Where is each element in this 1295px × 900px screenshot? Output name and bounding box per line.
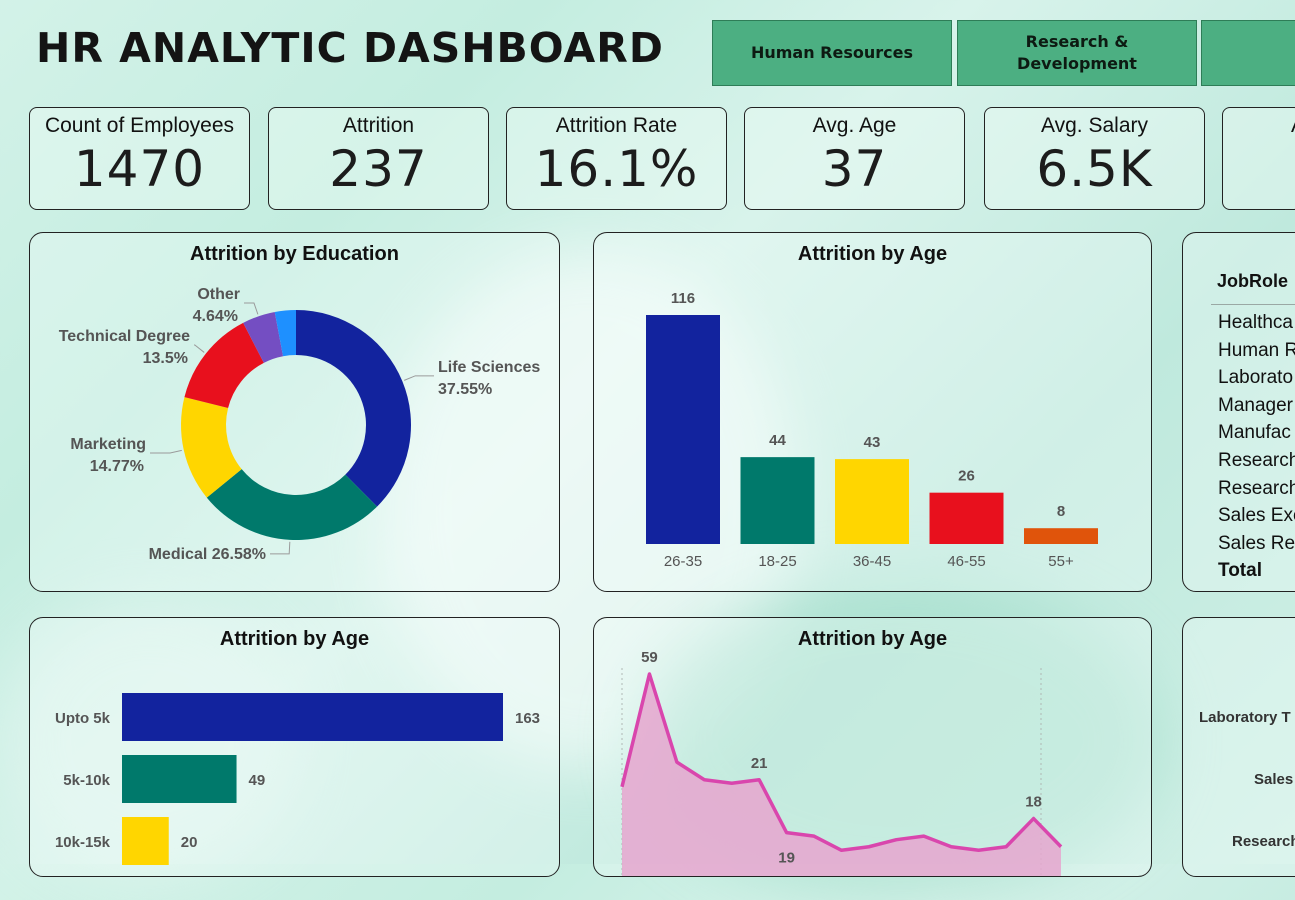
bar-chart: 116 26-35 44 18-25 43 36-45 26 46-55 8 55+ xyxy=(646,290,1098,570)
panel-partial-job-role: Laboratory T Sales Research xyxy=(1182,617,1295,877)
kpi-label: Avg. Salary xyxy=(1041,114,1148,137)
kpi-label: Avg. Age xyxy=(812,114,897,137)
kpi-value: 37 xyxy=(821,140,888,198)
data-label: 44 xyxy=(769,432,786,449)
panel-attrition-by-salary: Attrition by Age Upto 5k 163 5k-10k 49 10k-1… xyxy=(29,617,560,877)
data-label: 20 xyxy=(181,834,198,851)
table-row[interactable]: Sales Exe xyxy=(1218,502,1295,530)
page-title: HR ANALYTIC DASHBOARD xyxy=(36,24,664,72)
slicer-research-development[interactable]: Research & Development xyxy=(957,20,1197,86)
table-row[interactable]: Research xyxy=(1218,447,1295,475)
kpi-label: Attrition xyxy=(342,114,415,137)
tick-label: 26-35 xyxy=(664,553,702,570)
table-row[interactable]: Laborato xyxy=(1218,364,1295,392)
kpi-card-attrition-rate: Attrition Rate 16.1% xyxy=(506,107,727,210)
bar xyxy=(646,315,720,544)
table-divider xyxy=(1211,304,1295,305)
data-label: 26 xyxy=(958,468,975,485)
data-label: 21 xyxy=(751,755,768,772)
panel-attrition-by-education: Attrition by Education Life Sciences 37.5… xyxy=(29,232,560,592)
horizontal-bar-chart: Upto 5k 163 5k-10k 49 10k-15k 20 xyxy=(55,693,540,865)
slice-label: Medical 26.58% xyxy=(149,546,266,563)
kpi-label: A xyxy=(1223,114,1295,138)
category-label: 10k-15k xyxy=(55,834,111,851)
leader-line xyxy=(403,375,434,381)
table-row[interactable]: Manager xyxy=(1218,392,1295,420)
data-label: 19 xyxy=(778,850,795,867)
bar xyxy=(835,459,909,544)
slice-label: Technical Degree xyxy=(59,328,190,345)
panel-attrition-by-age-area: Attrition by Age 59 21 19 18 xyxy=(593,617,1152,877)
donut-slice xyxy=(296,310,411,507)
kpi-label: Count of Employees xyxy=(44,114,235,137)
slice-label: Life Sciences xyxy=(438,359,540,376)
table-row[interactable]: Sales Rep xyxy=(1218,530,1295,558)
leader-line xyxy=(150,449,182,454)
kpi-value: 237 xyxy=(329,140,428,198)
slice-label: Marketing xyxy=(70,436,146,453)
panel-attrition-by-age: Attrition by Age 116 26-35 44 18-25 43 36-45 2… xyxy=(593,232,1152,592)
category-label: Sales xyxy=(1254,771,1294,788)
kpi-card-partial: A xyxy=(1222,107,1295,210)
data-label: 163 xyxy=(515,710,540,727)
area-chart: 59 21 19 18 xyxy=(620,649,1063,876)
kpi-label: Attrition Rate xyxy=(555,114,678,137)
bar xyxy=(1024,528,1098,544)
bar xyxy=(122,693,503,741)
kpi-card-count-of-employees: Count of Employees 1470 xyxy=(29,107,250,210)
bar xyxy=(122,817,169,865)
table-body: Healthca Human R Laborato Manager Manufa… xyxy=(1218,309,1295,585)
bar xyxy=(122,755,237,803)
data-label: 49 xyxy=(249,772,266,789)
leader-line xyxy=(194,344,205,353)
data-label: 18 xyxy=(1025,794,1042,811)
kpi-value: 1470 xyxy=(73,140,206,198)
kpi-card-avg-age: Avg. Age 37 xyxy=(744,107,965,210)
slicer-human-resources[interactable]: Human Resources xyxy=(712,20,952,86)
slice-value-label: 4.64% xyxy=(193,308,238,325)
panel-job-role-table: JobRole Healthca Human R Laborato Manage… xyxy=(1182,232,1295,592)
slicer-sales[interactable] xyxy=(1201,20,1295,86)
kpi-value: 16.1% xyxy=(534,140,699,198)
donut-chart: Life Sciences 37.55% Medical 26.58% Marketi… xyxy=(59,286,541,563)
data-label: 59 xyxy=(641,649,658,666)
table-total-row: Total xyxy=(1218,560,1262,582)
table-row[interactable]: Research xyxy=(1218,475,1295,503)
tick-label: 18-25 xyxy=(758,553,796,570)
leader-line xyxy=(270,541,291,555)
slice-value-label: 37.55% xyxy=(438,381,492,398)
bar xyxy=(740,457,815,544)
slice-label: Other xyxy=(197,286,240,303)
data-label: 116 xyxy=(671,290,695,307)
data-label: 43 xyxy=(864,434,881,451)
category-label: Research xyxy=(1232,833,1295,850)
slice-value-label: 13.5% xyxy=(143,350,188,367)
category-label: Upto 5k xyxy=(55,710,111,727)
tick-label: 36-45 xyxy=(853,553,891,570)
table-row[interactable]: Healthca xyxy=(1218,309,1295,337)
kpi-card-avg-salary: Avg. Salary 6.5K xyxy=(984,107,1205,210)
category-label: 5k-10k xyxy=(63,772,110,789)
tick-label: 55+ xyxy=(1048,553,1074,570)
leader-line xyxy=(244,302,259,315)
data-label: 8 xyxy=(1057,503,1065,520)
slice-value-label: 14.77% xyxy=(90,458,144,475)
table-row[interactable]: Manufac xyxy=(1218,419,1295,447)
table-header-jobrole: JobRole xyxy=(1217,271,1289,291)
table-row[interactable]: Human R xyxy=(1218,337,1295,365)
kpi-card-attrition: Attrition 237 xyxy=(268,107,489,210)
bar xyxy=(929,492,1004,544)
kpi-value: 6.5K xyxy=(1036,140,1153,198)
category-label: Laboratory T xyxy=(1199,709,1291,726)
tick-label: 46-55 xyxy=(947,553,985,570)
